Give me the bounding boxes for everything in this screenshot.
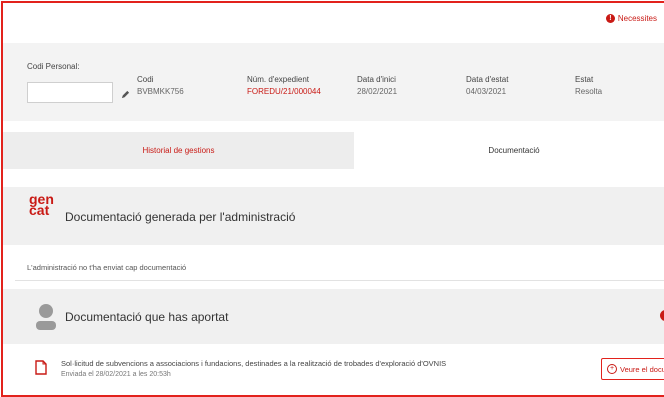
estat-value: Resolta xyxy=(575,87,603,96)
data-inici-value: 28/02/2021 xyxy=(357,87,398,96)
app-frame: ! Necessites Codi Personal: Codi BVBMKK7… xyxy=(1,1,664,397)
document-icon xyxy=(35,360,47,380)
tab-documentacio[interactable]: Documentació xyxy=(354,132,664,169)
user-docs-title: Documentació que has aportat xyxy=(65,310,229,324)
data-inici-label: Data d'inici xyxy=(357,75,396,84)
pencil-icon[interactable] xyxy=(121,86,130,104)
user-docs-header: Documentació que has aportat xyxy=(3,289,664,344)
tab-historial-label: Historial de gestions xyxy=(142,146,215,155)
divider xyxy=(15,280,664,281)
top-strip: ! Necessites xyxy=(3,3,664,41)
codi-personal-input[interactable] xyxy=(27,82,113,103)
expedient-label: Núm. d'expedient xyxy=(247,75,310,84)
codi-personal-label: Codi Personal: xyxy=(27,62,80,71)
alert-notice[interactable]: ! Necessites xyxy=(605,14,657,23)
data-estat-value: 04/03/2021 xyxy=(466,87,507,96)
tab-historial[interactable]: Historial de gestions xyxy=(3,132,354,169)
codi-value: BVBMKK756 xyxy=(137,87,184,96)
gencat-logo: gen cat xyxy=(29,192,54,217)
estat-label: Estat xyxy=(575,75,594,84)
data-estat-label: Data d'estat xyxy=(466,75,509,84)
view-document-label: Veure el document xyxy=(620,364,664,374)
document-subtitle: Enviada el 28/02/2021 a les 20:53h xyxy=(61,371,171,378)
admin-docs-empty-message: L'administració no t'ha enviat cap docum… xyxy=(27,263,187,272)
expedient-value: FOREDU/21/000044 xyxy=(247,87,321,96)
user-avatar-icon xyxy=(35,303,57,331)
view-document-button[interactable]: + Veure el document xyxy=(601,358,664,380)
tab-documentacio-label: Documentació xyxy=(488,146,540,155)
exclamation-icon: ! xyxy=(605,14,615,23)
add-circle-icon: + xyxy=(607,364,617,374)
codi-label: Codi xyxy=(137,75,154,84)
alert-label: Necessites xyxy=(617,14,657,23)
admin-docs-title: Documentació generada per l'administraci… xyxy=(65,210,296,224)
status-badge-icon xyxy=(660,310,664,321)
document-title: Sol·licitud de subvencions a associacion… xyxy=(61,359,447,368)
admin-docs-header: gen cat Documentació generada per l'admi… xyxy=(3,187,664,245)
tab-bar: Historial de gestions Documentació xyxy=(3,132,664,169)
